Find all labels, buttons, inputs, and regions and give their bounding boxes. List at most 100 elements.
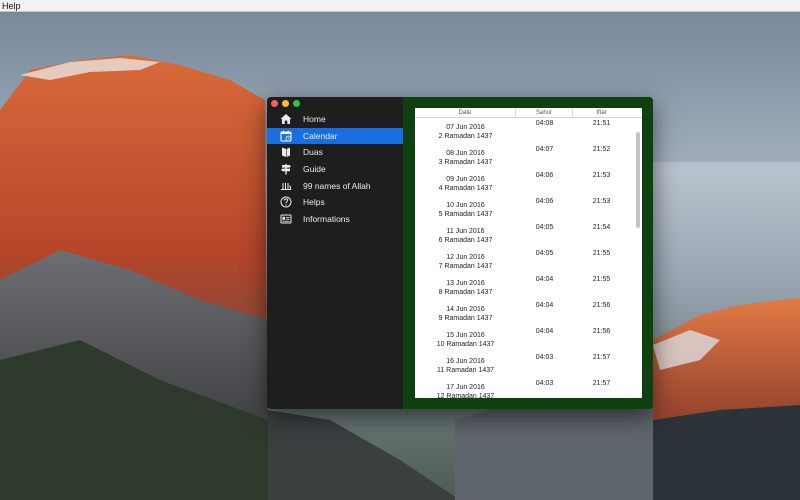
hijri-date: 10 Ramadan 1437 bbox=[436, 341, 495, 348]
sahur-time: 04:03 bbox=[535, 380, 554, 387]
column-header-iftar[interactable]: Iftar bbox=[573, 108, 630, 117]
gregorian-date: 11 Jun 2016 bbox=[446, 228, 485, 235]
hijri-date: 8 Ramadan 1437 bbox=[438, 289, 493, 296]
iftar-time: 21:56 bbox=[592, 328, 611, 335]
hijri-date: 11 Ramadan 1437 bbox=[436, 367, 495, 374]
table-row[interactable]: 09 Jun 2016 4 Ramadan 1437 04:06 21:53 bbox=[415, 170, 642, 196]
sahur-time: 04:04 bbox=[535, 276, 554, 283]
sidebar-item-label: Duas bbox=[303, 147, 323, 158]
sidebar-item-label: Calendar bbox=[303, 130, 338, 141]
sahur-time: 04:06 bbox=[535, 198, 554, 205]
iftar-time: 21:57 bbox=[592, 354, 611, 361]
table-row[interactable]: 10 Jun 2016 5 Ramadan 1437 04:06 21:53 bbox=[415, 196, 642, 222]
hijri-date: 9 Ramadan 1437 bbox=[438, 315, 493, 322]
vertical-scrollbar[interactable] bbox=[635, 120, 641, 396]
iftar-time: 21:55 bbox=[592, 276, 611, 283]
info-card-icon bbox=[279, 212, 292, 225]
minimize-button[interactable] bbox=[282, 100, 289, 107]
table-row[interactable]: 16 Jun 2016 11 Ramadan 1437 04:03 21:57 bbox=[415, 352, 642, 378]
sahur-time: 04:04 bbox=[535, 302, 554, 309]
iftar-time: 21:52 bbox=[592, 146, 611, 153]
sidebar-item-label: Guide bbox=[303, 164, 326, 175]
sidebar-item-guide[interactable]: Guide bbox=[267, 161, 403, 178]
hijri-date: 3 Ramadan 1437 bbox=[438, 159, 493, 166]
date-cell: 13 Jun 2016 8 Ramadan 1437 bbox=[415, 274, 516, 300]
signpost-icon bbox=[279, 163, 292, 176]
hijri-date: 12 Ramadan 1437 bbox=[436, 393, 495, 398]
date-cell: 08 Jun 2016 3 Ramadan 1437 bbox=[415, 144, 516, 170]
gregorian-date: 10 Jun 2016 bbox=[446, 202, 485, 209]
date-cell: 09 Jun 2016 4 Ramadan 1437 bbox=[415, 170, 516, 196]
book-icon bbox=[279, 146, 292, 159]
gregorian-date: 16 Jun 2016 bbox=[446, 358, 485, 365]
sidebar-item-label: Helps bbox=[303, 197, 325, 208]
hijri-date: 2 Ramadan 1437 bbox=[438, 133, 493, 140]
hijri-date: 5 Ramadan 1437 bbox=[438, 211, 493, 218]
iftar-time: 21:53 bbox=[592, 172, 611, 179]
menu-help[interactable]: Help bbox=[2, 1, 21, 11]
gregorian-date: 08 Jun 2016 bbox=[446, 150, 485, 157]
sahur-time: 04:08 bbox=[535, 120, 554, 127]
gregorian-date: 13 Jun 2016 bbox=[446, 280, 485, 287]
table-row[interactable]: 11 Jun 2016 6 Ramadan 1437 04:05 21:54 bbox=[415, 222, 642, 248]
table-row[interactable]: 13 Jun 2016 8 Ramadan 1437 04:04 21:55 bbox=[415, 274, 642, 300]
table-row[interactable]: 07 Jun 2016 2 Ramadan 1437 04:08 21:51 bbox=[415, 118, 642, 144]
question-icon bbox=[279, 196, 292, 209]
hijri-date: 7 Ramadan 1437 bbox=[438, 263, 493, 270]
column-header-date[interactable]: Date bbox=[415, 108, 516, 117]
sidebar-item-helps[interactable]: Helps bbox=[267, 194, 403, 211]
sahur-time: 04:06 bbox=[535, 172, 554, 179]
sidebar-item-99-names[interactable]: 99 names of Allah bbox=[267, 177, 403, 194]
menu-bar: Help bbox=[0, 0, 800, 12]
sidebar-item-label: Informations bbox=[303, 213, 350, 224]
hijri-date: 6 Ramadan 1437 bbox=[438, 237, 493, 244]
window-controls bbox=[271, 100, 300, 107]
sidebar-item-calendar[interactable]: Calendar bbox=[267, 127, 403, 145]
hijri-date: 4 Ramadan 1437 bbox=[438, 185, 493, 192]
iftar-time: 21:55 bbox=[592, 250, 611, 257]
calendar-icon bbox=[279, 129, 292, 142]
calendar-panel: Date Sahur Iftar 07 Jun 2016 2 Ramadan 14… bbox=[403, 97, 653, 409]
date-cell: 11 Jun 2016 6 Ramadan 1437 bbox=[415, 222, 516, 248]
gregorian-date: 14 Jun 2016 bbox=[446, 306, 485, 313]
iftar-time: 21:54 bbox=[592, 224, 611, 231]
table-row[interactable]: 14 Jun 2016 9 Ramadan 1437 04:04 21:56 bbox=[415, 300, 642, 326]
sidebar-item-informations[interactable]: Informations bbox=[267, 211, 403, 228]
date-cell: 17 Jun 2016 12 Ramadan 1437 bbox=[415, 378, 516, 398]
table-row[interactable]: 12 Jun 2016 7 Ramadan 1437 04:05 21:55 bbox=[415, 248, 642, 274]
gregorian-date: 07 Jun 2016 bbox=[446, 124, 485, 131]
scrollbar-thumb[interactable] bbox=[636, 132, 640, 228]
table-body[interactable]: 07 Jun 2016 2 Ramadan 1437 04:08 21:51 08 Ju… bbox=[415, 118, 642, 398]
sidebar: Home Calendar Duas Guide 99 names of All… bbox=[267, 111, 403, 227]
table-row[interactable]: 08 Jun 2016 3 Ramadan 1437 04:07 21:52 bbox=[415, 144, 642, 170]
table-header: Date Sahur Iftar bbox=[415, 108, 642, 118]
table-row[interactable]: 17 Jun 2016 12 Ramadan 1437 04:03 21:57 bbox=[415, 378, 642, 398]
sidebar-item-home[interactable]: Home bbox=[267, 111, 403, 128]
iftar-time: 21:57 bbox=[592, 380, 611, 387]
sahur-time: 04:05 bbox=[535, 250, 554, 257]
sahur-time: 04:04 bbox=[535, 328, 554, 335]
sidebar-item-label: 99 names of Allah bbox=[303, 180, 371, 191]
zoom-button[interactable] bbox=[293, 100, 300, 107]
sidebar-item-label: Home bbox=[303, 114, 326, 125]
sahur-time: 04:05 bbox=[535, 224, 554, 231]
gregorian-date: 17 Jun 2016 bbox=[446, 384, 485, 391]
iftar-time: 21:51 bbox=[592, 120, 611, 127]
sidebar-item-duas[interactable]: Duas bbox=[267, 144, 403, 161]
date-cell: 10 Jun 2016 5 Ramadan 1437 bbox=[415, 196, 516, 222]
sahur-time: 04:03 bbox=[535, 354, 554, 361]
home-icon bbox=[279, 113, 292, 126]
allah-calligraphy-icon bbox=[279, 179, 292, 192]
close-button[interactable] bbox=[271, 100, 278, 107]
date-cell: 14 Jun 2016 9 Ramadan 1437 bbox=[415, 300, 516, 326]
iftar-time: 21:53 bbox=[592, 198, 611, 205]
gregorian-date: 12 Jun 2016 bbox=[446, 254, 485, 261]
table-row[interactable]: 15 Jun 2016 10 Ramadan 1437 04:04 21:56 bbox=[415, 326, 642, 352]
gregorian-date: 09 Jun 2016 bbox=[446, 176, 485, 183]
gregorian-date: 15 Jun 2016 bbox=[446, 332, 485, 339]
date-cell: 12 Jun 2016 7 Ramadan 1437 bbox=[415, 248, 516, 274]
sahur-time: 04:07 bbox=[535, 146, 554, 153]
date-cell: 07 Jun 2016 2 Ramadan 1437 bbox=[415, 118, 516, 144]
column-header-sahur[interactable]: Sahur bbox=[516, 108, 573, 117]
date-cell: 16 Jun 2016 11 Ramadan 1437 bbox=[415, 352, 516, 378]
